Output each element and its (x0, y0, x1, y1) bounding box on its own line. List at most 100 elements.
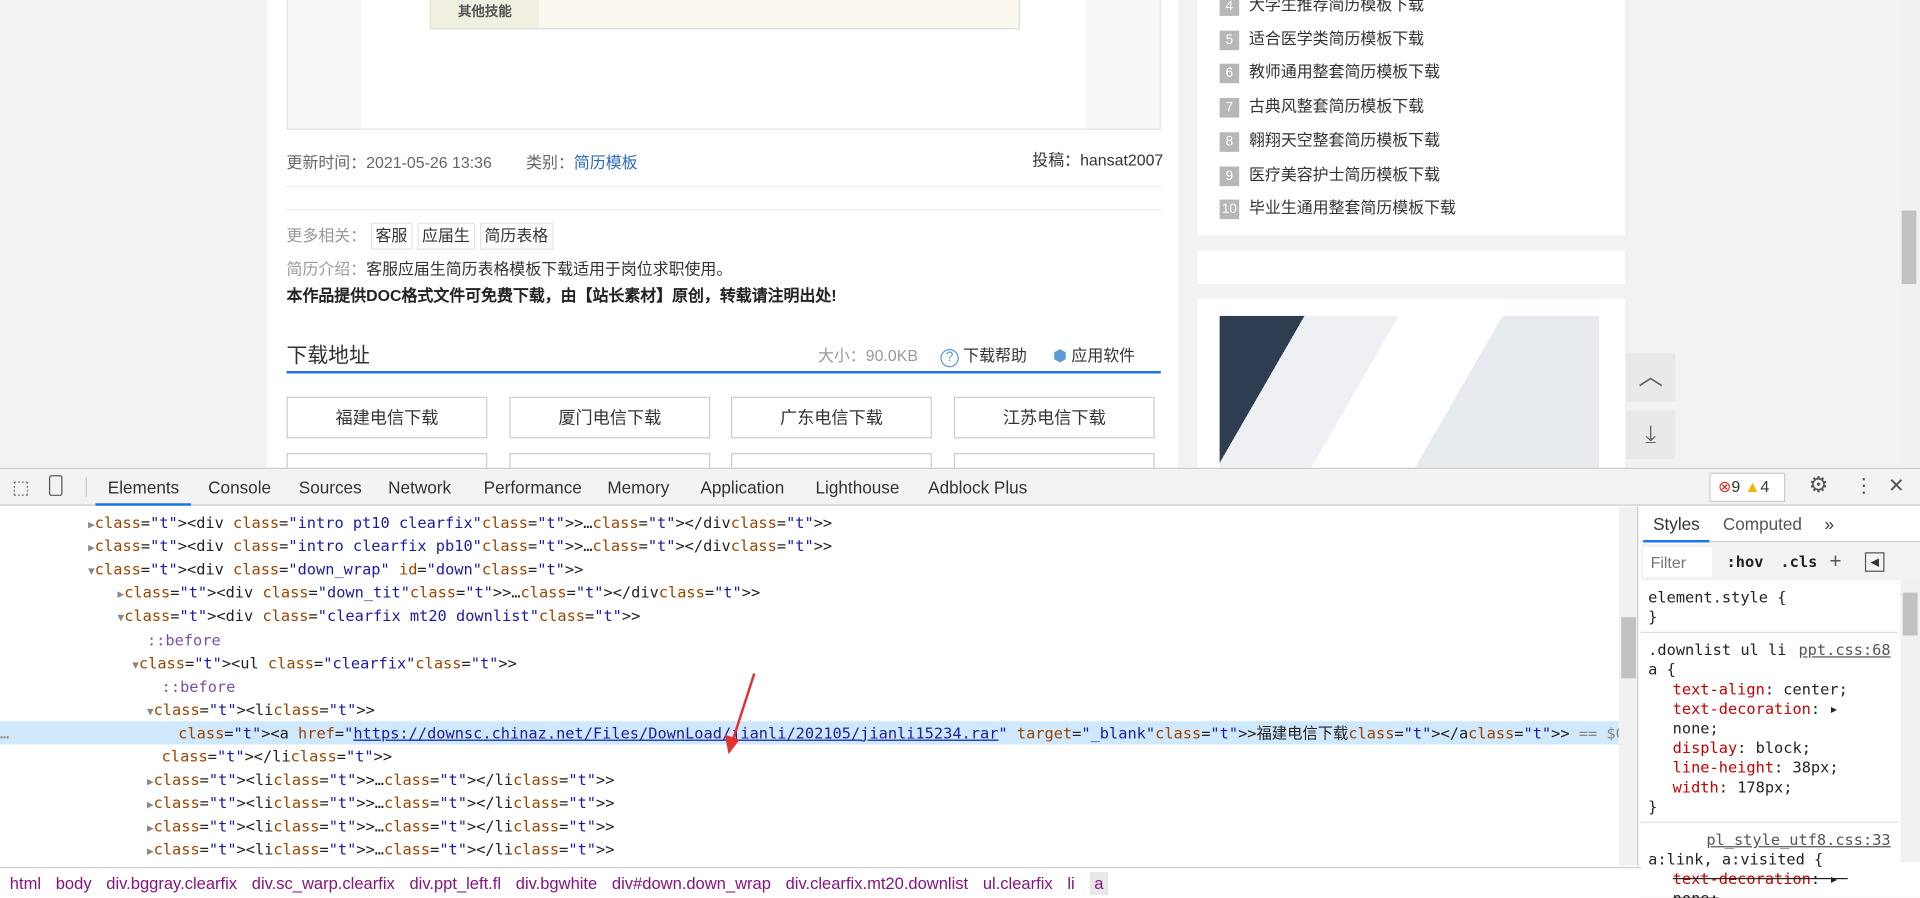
rank-title: 适合医学类简历模板下载 (1248, 29, 1425, 48)
tab-computed[interactable]: Computed (1723, 506, 1802, 543)
dom-node[interactable]: ::before (0, 628, 1619, 651)
tab-performance[interactable]: Performance (484, 469, 582, 506)
breadcrumb-item[interactable]: a (1089, 871, 1109, 896)
devtools-tabbar: ⬚ Elements Console Sources Network Performan… (0, 468, 1920, 506)
tab-adblock-plus[interactable]: Adblock Plus (928, 469, 1027, 506)
breadcrumb-item[interactable]: div.clearfix.mt20.downlist (786, 874, 969, 892)
breadcrumb-item[interactable]: div.ppt_left.fl (409, 874, 501, 892)
meta-update: 更新时间：2021-05-26 13:36 类别：简历模板 (286, 153, 638, 172)
hov-toggle[interactable]: :hov (1727, 544, 1764, 581)
ranking-item[interactable]: 10 毕业生通用整套简历模板下载 (1219, 197, 1456, 220)
notice: 本作品提供DOC格式文件可免费下载，由【站长素材】原创，转载请注明出处! (286, 286, 837, 305)
template-preview: 其他技能 (286, 0, 1161, 130)
rank-number: 4 (1219, 0, 1240, 16)
css-source-link[interactable]: ppt.css:68 (1798, 640, 1890, 660)
more-options-icon[interactable]: ⋮ (1854, 474, 1874, 498)
dom-node[interactable]: ::before (0, 674, 1619, 697)
rank-number: 9 (1219, 165, 1240, 186)
dom-node[interactable]: ▶class="t"><liclass="t">>…class="t"></li… (0, 791, 1619, 814)
css-property[interactable]: line-height: 38px; (1648, 758, 1890, 778)
breadcrumb-item[interactable]: html (10, 874, 41, 892)
category-link[interactable]: 简历模板 (574, 153, 638, 171)
dom-scrollbar[interactable] (1618, 506, 1639, 866)
tab-elements[interactable]: Elements (95, 469, 192, 506)
screen: 其他技能 更新时间：2021-05-26 13:36 类别：简历模板 投稿：han… (0, 0, 1920, 898)
tab-memory[interactable]: Memory (607, 469, 669, 506)
tag[interactable]: 应届生 (417, 222, 475, 250)
css-property[interactable]: text-align: center; (1648, 680, 1890, 700)
breadcrumb-item[interactable]: div.sc_warp.clearfix (252, 874, 395, 892)
css-rule: element.style {} (1640, 580, 1898, 634)
rank-title: 医疗美容护士简历模板下载 (1248, 164, 1441, 184)
rank-title: 教师通用整套简历模板下载 (1248, 62, 1441, 82)
dom-node[interactable]: class="t"></liclass="t">> (0, 744, 1619, 767)
ranking-item[interactable]: 6 教师通用整套简历模板下载 (1219, 62, 1441, 84)
tab-network[interactable]: Network (388, 469, 451, 506)
web-page: 其他技能 更新时间：2021-05-26 13:36 类别：简历模板 投稿：han… (0, 0, 1920, 468)
dom-node[interactable]: ▼class="t"><liclass="t">> (0, 698, 1619, 721)
tab-sources[interactable]: Sources (299, 469, 362, 506)
download-icon: ⤓ (1645, 421, 1657, 449)
tag[interactable]: 客服 (370, 222, 413, 250)
breadcrumb-item[interactable]: div.bggray.clearfix (106, 874, 237, 892)
styles-scrollbar[interactable] (1900, 580, 1920, 863)
rank-title: 毕业生通用整套简历模板下载 (1248, 198, 1456, 217)
download-side-button[interactable]: ⤓ (1626, 410, 1676, 460)
ranking-item[interactable]: 8 翱翔天空整套简历模板下载 (1219, 130, 1441, 152)
dom-node[interactable]: ▼class="t"><ul class="clearfix"class="t"… (0, 651, 1619, 674)
download-button-fujian[interactable]: 福建电信下载 (286, 396, 488, 439)
download-button-jiangsu[interactable]: 江苏电信下载 (953, 396, 1155, 439)
dom-node[interactable]: ▶class="t"><liclass="t">>…class="t"></li… (0, 815, 1619, 838)
back-to-top-button[interactable]: ︿ (1626, 352, 1676, 402)
rank-number: 6 (1219, 64, 1240, 84)
rank-title: 古典风整套简历模板下载 (1248, 96, 1425, 116)
dom-node[interactable]: ▼class="t"><div class="clearfix mt20 dow… (0, 604, 1619, 627)
settings-gear-icon[interactable]: ⚙ (1809, 473, 1829, 499)
related-thumbnail[interactable] (1197, 298, 1625, 468)
breadcrumb-item[interactable]: li (1067, 874, 1074, 892)
more-tabs-icon[interactable]: » (1825, 506, 1835, 543)
dom-node[interactable]: ▼class="t"><div class="down_wrap" id="do… (0, 557, 1619, 580)
styles-filter-input[interactable] (1643, 547, 1712, 577)
tab-application[interactable]: Application (700, 469, 784, 506)
ranking-item[interactable]: 5 适合医学类简历模板下载 (1219, 28, 1425, 50)
download-button-xiamen[interactable]: 厦门电信下载 (509, 396, 711, 439)
dom-node[interactable]: ▶class="t"><div class="intro pt10 clearf… (0, 511, 1619, 534)
css-property[interactable]: text-decoration: ▸ none; (1648, 699, 1890, 738)
css-source-link[interactable]: pl_style_utf8.css:33 (1706, 830, 1890, 850)
tab-styles[interactable]: Styles (1643, 506, 1710, 543)
dom-node[interactable]: ▶class="t"><liclass="t">>…class="t"></li… (0, 768, 1619, 791)
page-scrollbar[interactable] (1899, 0, 1920, 468)
breadcrumb-item[interactable]: body (56, 874, 92, 892)
download-button-guangdong[interactable]: 广东电信下载 (731, 396, 932, 439)
cls-toggle[interactable]: .cls (1780, 544, 1817, 581)
dom-node[interactable]: ▶class="t"><liclass="t">>…class="t"></li… (0, 838, 1619, 861)
software-link[interactable]: ⬢ 应用软件 (1053, 343, 1135, 366)
css-property[interactable]: display: block; (1648, 738, 1890, 758)
tab-console[interactable]: Console (208, 469, 271, 506)
tab-lighthouse[interactable]: Lighthouse (816, 469, 900, 506)
css-property[interactable]: text-decoration: ▸ none; (1648, 869, 1890, 898)
close-devtools-icon[interactable]: ✕ (1888, 474, 1904, 498)
rank-title: 翱翔天空整套简历模板下载 (1248, 130, 1441, 150)
ranking-item[interactable]: 4 大学生推荐简历模板下载 (1219, 0, 1424, 16)
file-size: 大小：90.0KB (817, 346, 918, 365)
breadcrumb-item[interactable]: ul.clearfix (983, 874, 1053, 892)
breadcrumb-item[interactable]: div#down.down_wrap (612, 874, 771, 892)
help-icon: ? (940, 348, 959, 368)
issues-counter[interactable]: ⊗9 ▲4 (1709, 472, 1786, 503)
new-rule-icon[interactable]: + (1829, 544, 1841, 581)
inspect-element-icon[interactable]: ⬚ (12, 476, 29, 499)
dom-node[interactable]: ▶class="t"><div class="down_tit"class="t… (0, 581, 1619, 604)
sidebar-toggle-icon[interactable]: ◀ (1864, 552, 1885, 572)
ranking-item[interactable]: 9 医疗美容护士简历模板下载 (1219, 163, 1441, 186)
preview-table-label: 其他技能 (431, 0, 539, 29)
ranking-item[interactable]: 7 古典风整套简历模板下载 (1219, 96, 1425, 118)
dom-node[interactable]: ▶class="t"><div class="intro clearfix pb… (0, 534, 1619, 557)
download-help-link[interactable]: ? 下载帮助 (940, 343, 1027, 368)
device-toolbar-icon[interactable] (48, 475, 63, 496)
breadcrumb-item[interactable]: div.bgwhite (516, 874, 597, 892)
css-property[interactable]: width: 178px; (1648, 778, 1890, 798)
selected-dom-node[interactable]: … class="t"><a href="https://downsc.china… (0, 721, 1619, 745)
tag[interactable]: 简历表格 (479, 222, 554, 250)
